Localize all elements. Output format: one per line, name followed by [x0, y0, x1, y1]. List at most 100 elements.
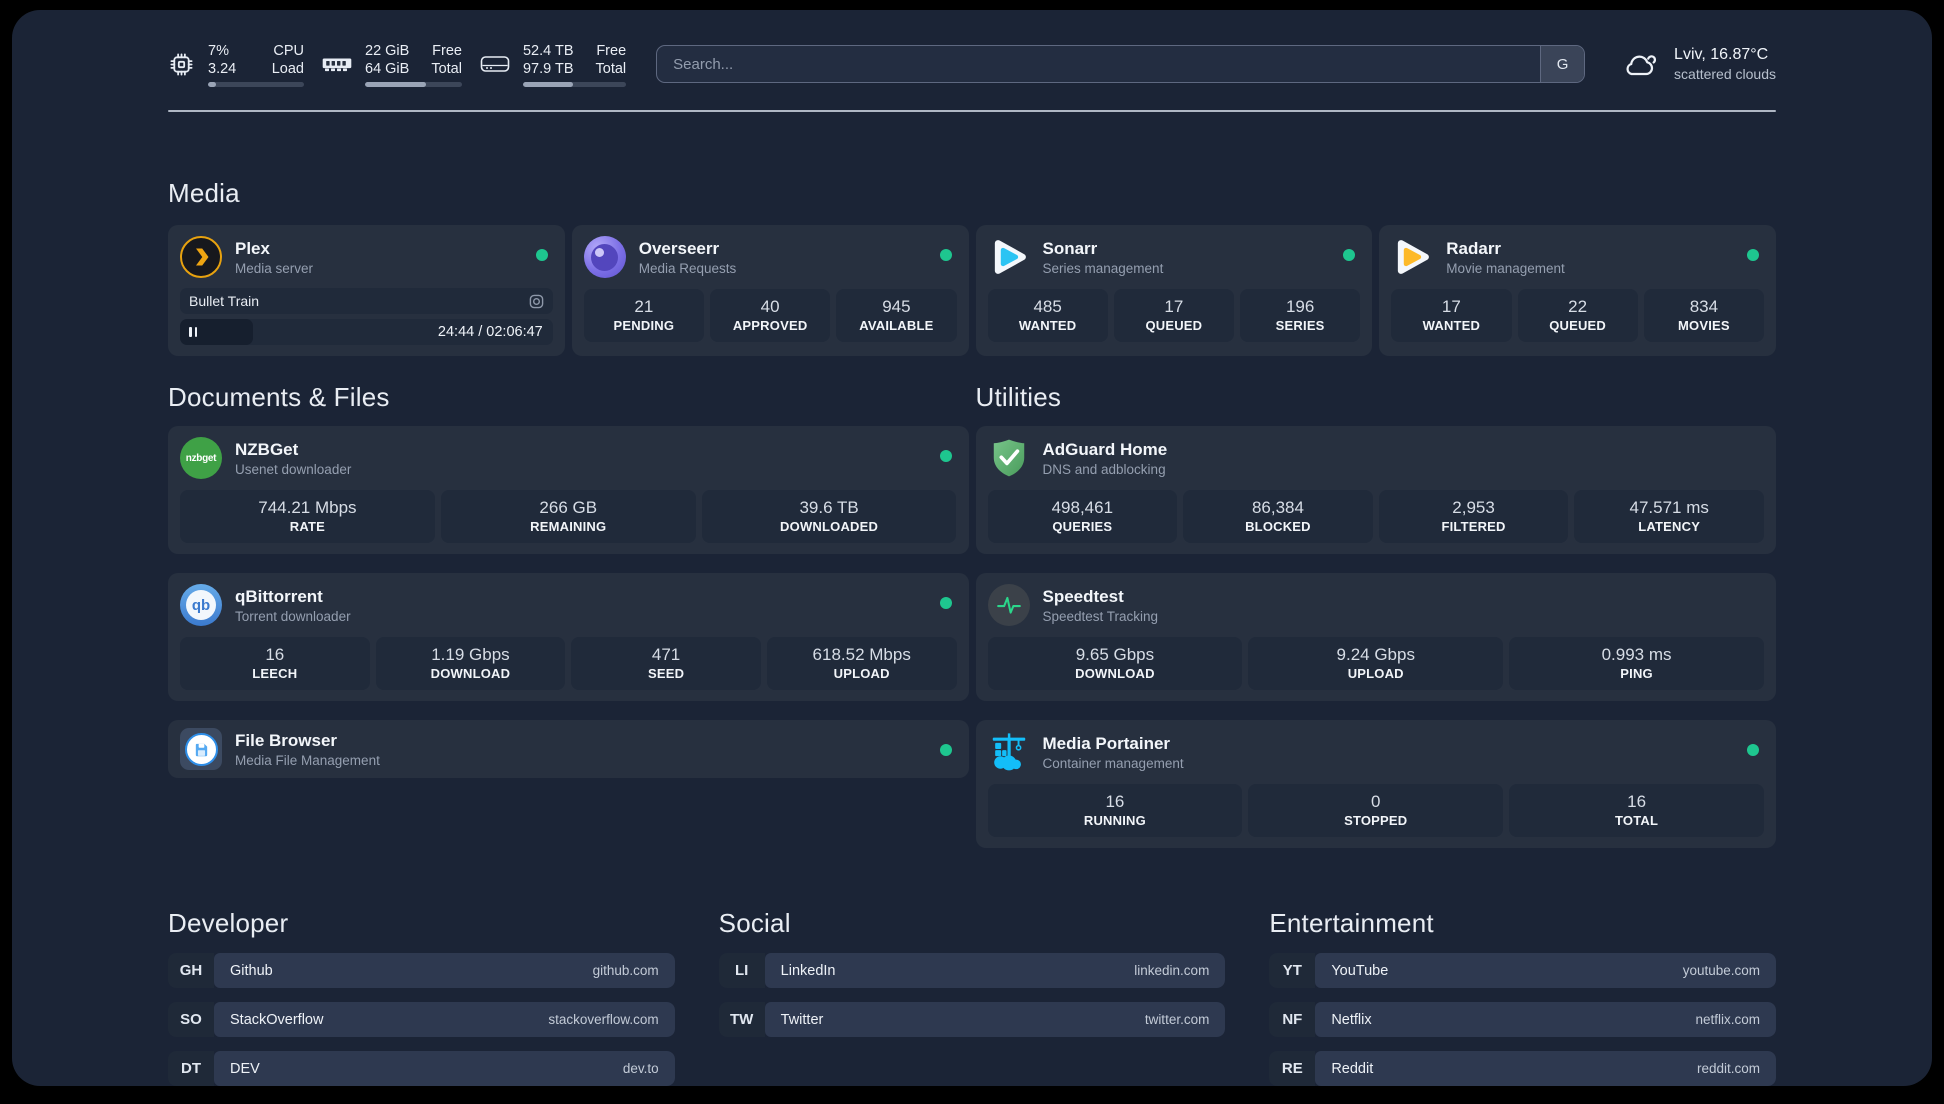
link-abbr: SO	[168, 1002, 214, 1037]
link-abbr: DT	[168, 1051, 214, 1086]
sonarr-card[interactable]: Sonarr Series management 485 WANTED 17 Q…	[975, 225, 1373, 356]
link-stackoverflow[interactable]: SO StackOverflow stackoverflow.com	[168, 1002, 675, 1037]
link-url: linkedin.com	[1134, 963, 1210, 978]
entertainment-links: Entertainment YT YouTube youtube.com NF …	[1269, 908, 1776, 1086]
memory-free-label: Free	[432, 42, 462, 59]
app-name: Media Portainer	[1042, 733, 1171, 753]
app-desc: Usenet downloader	[235, 461, 352, 477]
app-name: Overseerr	[638, 238, 720, 258]
memory-progress-bar	[365, 81, 462, 87]
adguard-shield-icon	[988, 437, 1030, 479]
app-name: File Browser	[235, 730, 338, 750]
stat-queries: 498,461 QUERIES	[987, 490, 1178, 543]
stat-upload: 9.24 Gbps UPLOAD	[1248, 637, 1504, 690]
dashboard-panel: 7% 3.24 CPU Load 22 GiB 64 GiB Free Tota…	[12, 10, 1932, 1086]
link-url: netflix.com	[1695, 1012, 1760, 1027]
status-online-dot	[939, 744, 952, 756]
stat-running: 16 RUNNING	[987, 784, 1243, 837]
stat-leech: 16 LEECH	[180, 637, 370, 690]
link-name: Twitter	[780, 1011, 824, 1028]
app-name: Speedtest	[1042, 586, 1124, 606]
search-provider-button[interactable]: G	[1540, 46, 1585, 82]
link-netflix[interactable]: NF Netflix netflix.com	[1269, 1002, 1776, 1037]
developer-links: Developer GH Github github.com SO StackO…	[168, 908, 675, 1086]
pause-button[interactable]	[189, 327, 197, 337]
app-desc: Media server	[235, 260, 314, 276]
weather-location-temp: Lviv, 16.87°C	[1674, 46, 1769, 63]
link-abbr: NF	[1269, 1002, 1316, 1037]
qbittorrent-card[interactable]: qb qBittorrent Torrent downloader 16 LEE…	[168, 573, 969, 701]
nzbget-card[interactable]: nzbget NZBGet Usenet downloader 744.21 M…	[168, 426, 969, 554]
link-url: github.com	[592, 963, 659, 978]
weather-condition: scattered clouds	[1674, 66, 1776, 82]
app-desc: Media Requests	[638, 260, 737, 276]
stat-approved: 40 APPROVED	[710, 289, 831, 342]
link-abbr: LI	[718, 953, 765, 988]
stat-remaining: 266 GB REMAINING	[440, 490, 696, 543]
portainer-card[interactable]: Media Portainer Container management 16 …	[975, 720, 1776, 848]
sonarr-icon	[988, 236, 1030, 278]
link-name: DEV	[230, 1060, 260, 1077]
stat-pending: 21 PENDING	[583, 289, 704, 342]
overseerr-card[interactable]: Overseerr Media Requests 21 PENDING 40 A…	[571, 225, 969, 356]
session-icon	[529, 294, 544, 309]
link-github[interactable]: GH Github github.com	[168, 953, 675, 988]
cpu-progress-bar	[208, 81, 304, 87]
link-reddit[interactable]: RE Reddit reddit.com	[1269, 1051, 1776, 1086]
plex-card[interactable]: Plex Media server Bullet Train 24:44 / 0…	[168, 225, 565, 356]
section-title-social: Social	[718, 908, 791, 938]
section-title-entertainment: Entertainment	[1269, 908, 1434, 938]
app-desc: Torrent downloader	[235, 608, 351, 624]
stat-downloaded: 39.6 TB DOWNLOADED	[701, 490, 957, 543]
social-links: Social LI LinkedIn linkedin.com TW Twitt…	[718, 908, 1226, 1086]
cpu-usage-value: 7%	[208, 42, 229, 59]
now-playing-title: Bullet Train	[189, 293, 260, 309]
stat-ping: 0.993 ms PING	[1509, 637, 1764, 690]
disk-free-label: Free	[596, 42, 627, 59]
app-desc: Media File Management	[235, 752, 380, 768]
search-bar: G	[656, 45, 1586, 83]
app-desc: DNS and adblocking	[1042, 461, 1166, 477]
link-name: LinkedIn	[780, 962, 836, 979]
filebrowser-card[interactable]: File Browser Media File Management	[168, 720, 969, 778]
app-name: Sonarr	[1042, 238, 1098, 258]
adguard-card[interactable]: AdGuard Home DNS and adblocking 498,461 …	[975, 426, 1776, 554]
memory-total-value: 64 GiB	[365, 60, 410, 77]
link-abbr: GH	[168, 953, 214, 988]
stat-rate: 744.21 Mbps RATE	[180, 490, 435, 543]
status-online-dot	[1343, 249, 1356, 261]
link-linkedin[interactable]: LI LinkedIn linkedin.com	[718, 953, 1226, 988]
plex-icon	[180, 236, 222, 278]
memory-free-value: 22 GiB	[365, 42, 410, 59]
link-url: twitter.com	[1144, 1012, 1210, 1027]
stat-download: 1.19 Gbps DOWNLOAD	[375, 637, 566, 690]
cloud-icon	[1621, 49, 1661, 79]
disk-free-value: 52.4 TB	[522, 42, 574, 59]
stat-total: 16 TOTAL	[1509, 784, 1764, 837]
section-title-documents: Documents & Files	[168, 382, 390, 412]
app-name: Radarr	[1446, 238, 1502, 258]
playback-time: 24:44 / 02:06:47	[437, 324, 543, 340]
link-twitter[interactable]: TW Twitter twitter.com	[718, 1002, 1226, 1037]
radarr-card[interactable]: Radarr Movie management 17 WANTED 22 QUE…	[1379, 225, 1776, 356]
link-abbr: YT	[1269, 953, 1316, 988]
app-desc: Speedtest Tracking	[1042, 608, 1159, 624]
header-divider	[168, 110, 1776, 112]
now-playing-row: Bullet Train	[180, 288, 553, 314]
speedtest-card[interactable]: Speedtest Speedtest Tracking 9.65 Gbps D…	[975, 573, 1776, 701]
link-dev[interactable]: DT DEV dev.to	[168, 1051, 675, 1086]
overseerr-icon	[583, 236, 626, 278]
app-name: qBittorrent	[235, 586, 323, 606]
cpu-stat: 7% 3.24 CPU Load	[168, 42, 304, 87]
stat-blocked: 86,384 BLOCKED	[1183, 490, 1373, 543]
link-abbr: RE	[1269, 1051, 1316, 1086]
radarr-icon	[1391, 236, 1433, 278]
weather-widget: Lviv, 16.87°C scattered clouds	[1621, 45, 1776, 83]
section-title-utilities: Utilities	[975, 382, 1062, 412]
cpu-load-value: 3.24	[208, 60, 237, 77]
stat-queued: 22 QUEUED	[1517, 289, 1638, 342]
link-youtube[interactable]: YT YouTube youtube.com	[1269, 953, 1776, 988]
status-online-dot	[1747, 249, 1759, 261]
search-input[interactable]	[656, 45, 1586, 83]
app-desc: Series management	[1042, 260, 1164, 276]
